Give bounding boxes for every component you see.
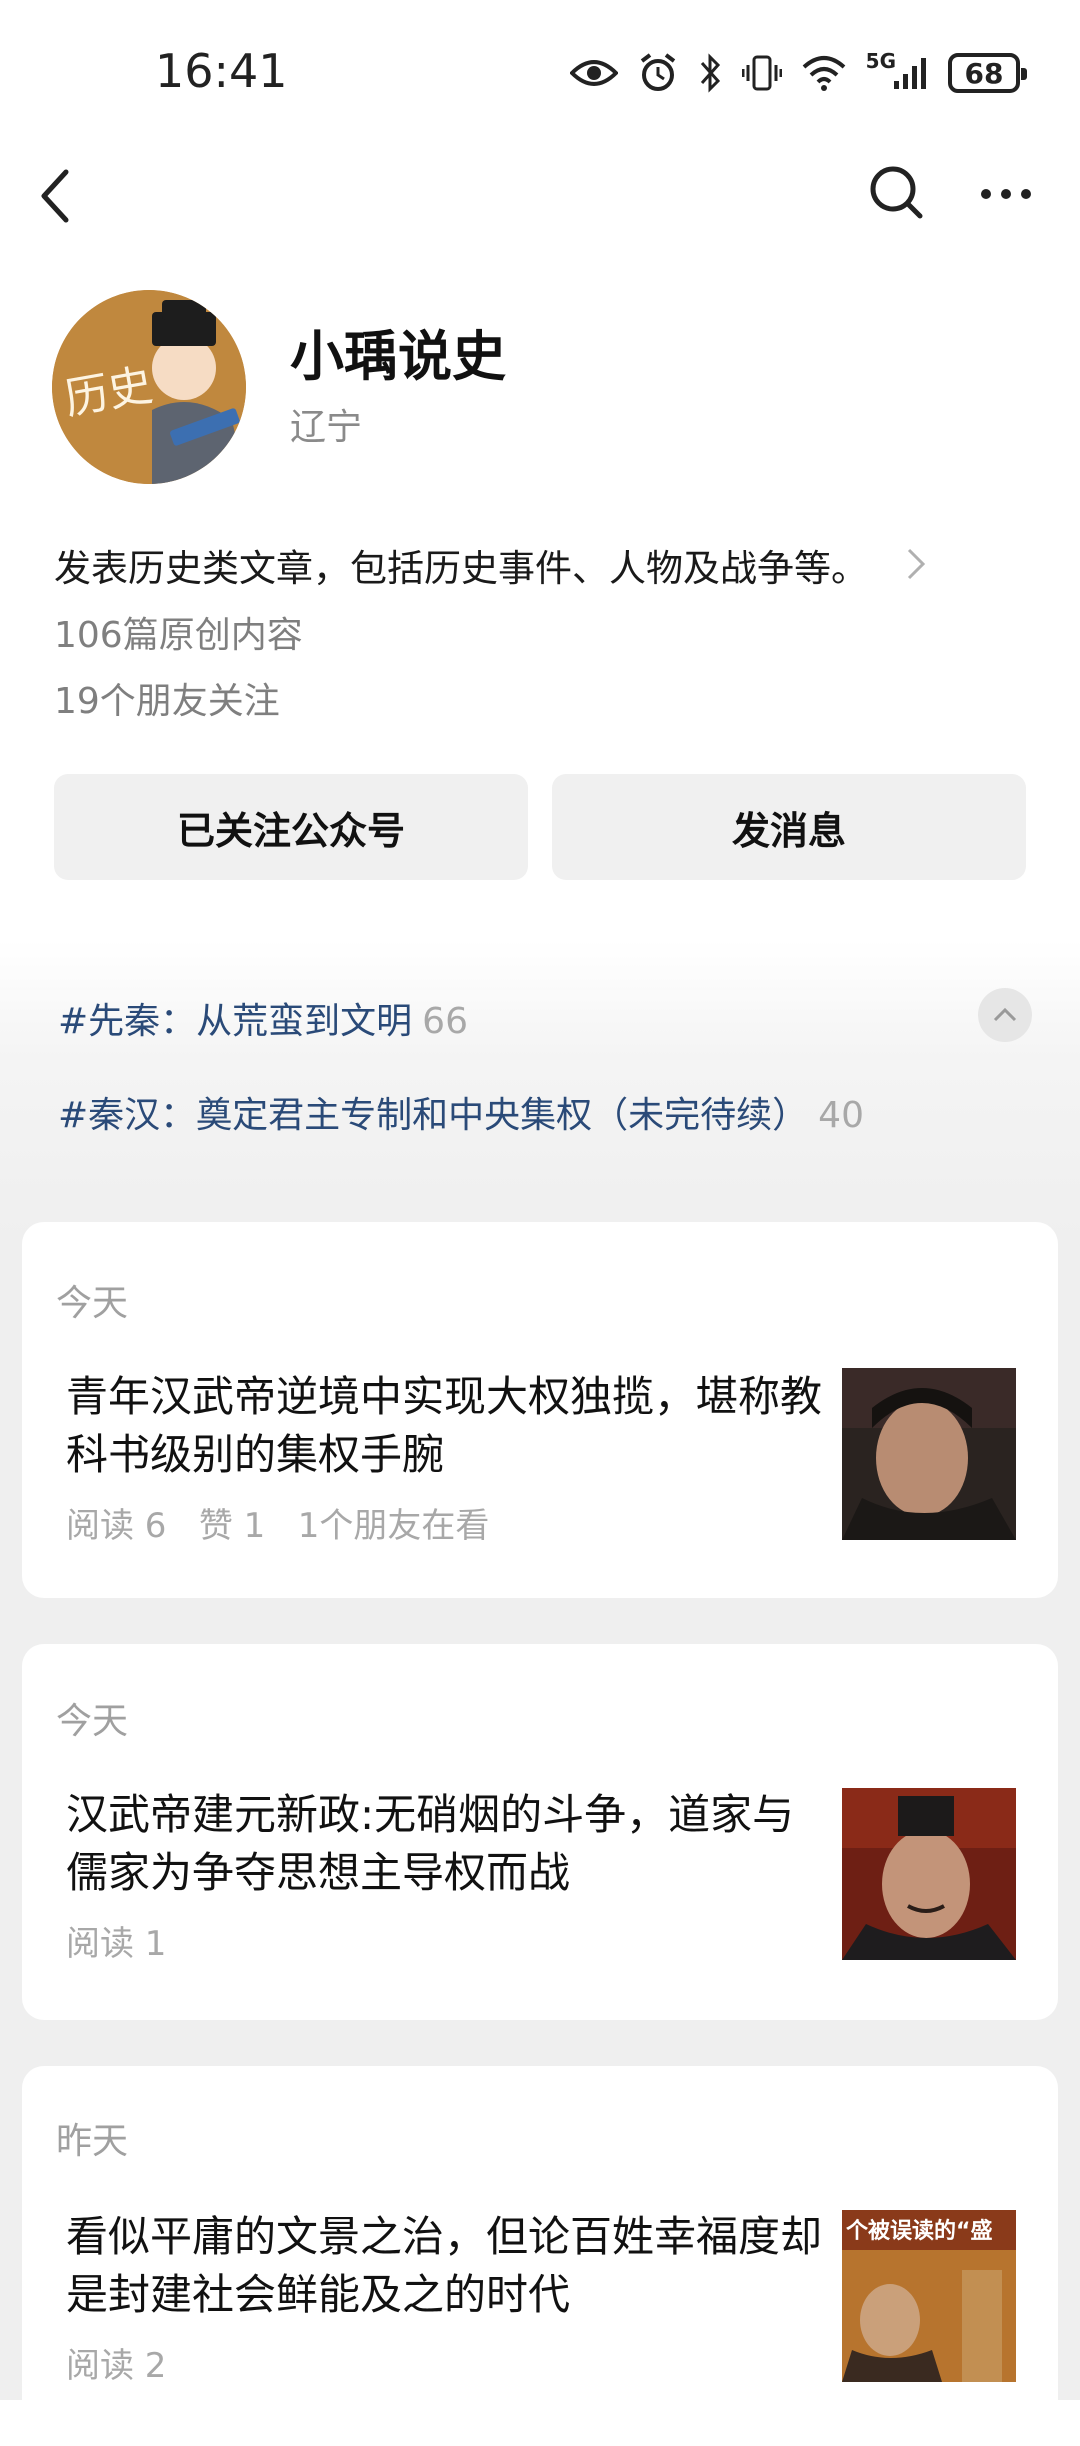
nav-bar [0, 140, 1080, 250]
article-title[interactable]: 青年汉武帝逆境中实现大权独揽，堪称教科书级别的集权手腕 [66, 1368, 836, 1484]
wifi-icon [802, 56, 845, 91]
article-date: 今天 [56, 1283, 129, 1324]
status-time: 16:41 [155, 44, 288, 98]
battery-icon: 68 [948, 53, 1027, 93]
article-meta: 阅读 2 [66, 2346, 167, 2386]
article-title[interactable]: 汉武帝建元新政:无硝烟的斗争，道家与儒家为争夺思想主导权而战 [66, 1786, 836, 1902]
status-icons: 5G 68 [569, 46, 1027, 100]
topic-item[interactable]: #秦汉：奠定君主专制和中央集权（未完待续） 40 [58, 1086, 864, 1138]
more-icon[interactable] [978, 186, 1034, 202]
friends-following[interactable]: 19个朋友关注 [54, 672, 280, 724]
article-card[interactable]: 今天 青年汉武帝逆境中实现大权独揽，堪称教科书级别的集权手腕 阅读 6 赞 1 … [22, 1222, 1058, 1598]
chevron-up-icon [993, 1007, 1017, 1022]
back-arrow-icon[interactable] [38, 168, 72, 224]
avatar-illustration: 历史 [52, 290, 246, 484]
topic-name: #秦汉：奠定君主专制和中央集权（未完待续） [58, 1095, 809, 1136]
article-date: 今天 [56, 1701, 129, 1742]
topic-item[interactable]: #先秦：从荒蛮到文明 66 [58, 992, 468, 1044]
topic-name: #先秦：从荒蛮到文明 [58, 1001, 413, 1042]
followed-button[interactable]: 已关注公众号 [54, 774, 528, 880]
topic-count: 40 [818, 1095, 864, 1136]
bluetooth-icon [700, 53, 720, 93]
status-bar: 16:41 5G 68 [0, 0, 1080, 140]
battery-level: 68 [964, 56, 1004, 90]
article-meta: 阅读 6 赞 1 1个朋友在看 [66, 1506, 490, 1546]
collapse-topics-button[interactable] [978, 988, 1032, 1042]
account-description[interactable]: 发表历史类文章，包括历史事件、人物及战争等。 [54, 538, 868, 592]
article-thumbnail[interactable] [842, 1788, 1016, 1960]
send-message-button[interactable]: 发消息 [552, 774, 1026, 880]
article-date: 昨天 [56, 2121, 129, 2162]
topic-count: 66 [422, 1001, 468, 1042]
thumbnail-overlay-text: 个被误读的“盛 [846, 2218, 992, 2244]
vibrate-icon [741, 55, 782, 91]
chevron-right-icon[interactable] [905, 546, 927, 582]
avatar[interactable]: 历史 [52, 290, 246, 484]
eye-icon [569, 60, 618, 86]
article-thumbnail[interactable]: 个被误读的“盛 [842, 2210, 1016, 2382]
original-count[interactable]: 106篇原创内容 [54, 606, 303, 658]
account-location: 辽宁 [290, 407, 363, 448]
network-type: 5G [865, 49, 896, 73]
alarm-icon [640, 53, 675, 91]
article-title[interactable]: 看似平庸的文景之治，但论百姓幸福度却是封建社会鲜能及之的时代 [66, 2208, 836, 2324]
article-card[interactable]: 昨天 看似平庸的文景之治，但论百姓幸福度却是封建社会鲜能及之的时代 阅读 2 个… [22, 2066, 1058, 2446]
article-thumbnail[interactable] [842, 1368, 1016, 1540]
article-card[interactable]: 今天 汉武帝建元新政:无硝烟的斗争，道家与儒家为争夺思想主导权而战 阅读 1 [22, 1644, 1058, 2020]
account-name: 小瑀说史 [290, 325, 506, 388]
search-icon[interactable] [868, 164, 924, 224]
signal-icon [894, 58, 926, 89]
article-meta: 阅读 1 [66, 1924, 167, 1964]
